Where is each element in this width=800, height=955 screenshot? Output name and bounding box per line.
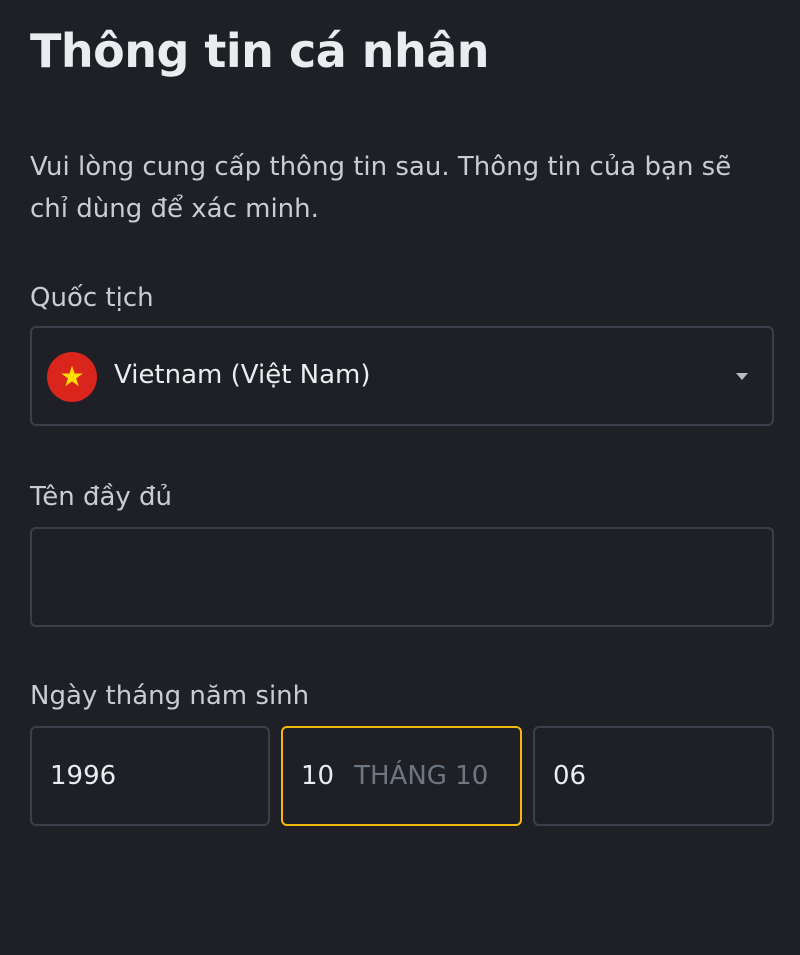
vietnam-flag-icon: ★ [47, 352, 97, 402]
dob-month-value: 10 [301, 761, 335, 791]
dob-month-hint: THÁNG 10 [354, 761, 489, 791]
nationality-select[interactable]: ★ Vietnam (Việt Nam) [30, 326, 774, 426]
nationality-value: Vietnam (Việt Nam) [114, 360, 371, 390]
star-icon: ★ [59, 360, 85, 393]
full-name-field[interactable] [30, 527, 774, 627]
caret-down-icon [736, 373, 748, 380]
full-name-input[interactable] [32, 529, 772, 625]
page-title: Thông tin cá nhân [30, 24, 490, 78]
full-name-label: Tên đầy đủ [30, 482, 173, 512]
dob-day-field[interactable]: 06 [533, 726, 774, 826]
dob-year-field[interactable]: 1996 [30, 726, 270, 826]
nationality-label: Quốc tịch [30, 283, 154, 313]
intro-text: Vui lòng cung cấp thông tin sau. Thông t… [30, 152, 732, 224]
dob-day-value: 06 [553, 761, 587, 791]
dob-label: Ngày tháng năm sinh [30, 681, 310, 711]
dob-month-field[interactable]: 10 THÁNG 10 [281, 726, 522, 826]
dob-year-value: 1996 [50, 761, 117, 791]
